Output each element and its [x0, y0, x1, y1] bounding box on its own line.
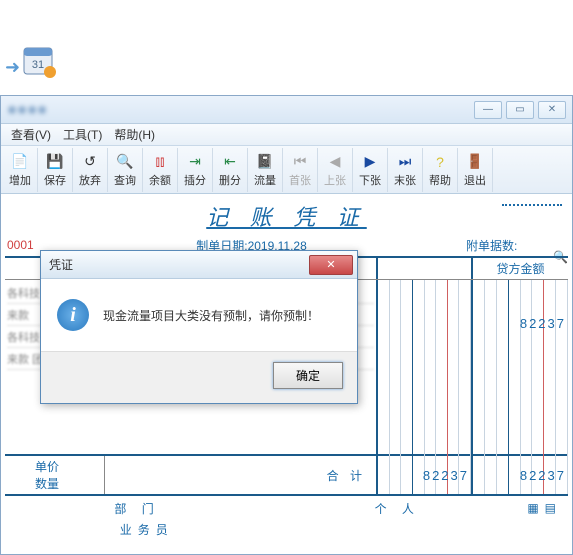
message-dialog: 凭证 ✕ i 现金流量项目大类没有预制，请你预制！ 确定	[40, 250, 358, 404]
footer-icon-1[interactable]: ▦	[527, 501, 538, 515]
prev-icon: ◀	[330, 152, 341, 172]
dept-label: 部 门	[7, 500, 267, 517]
debit-total-cell: 82237	[378, 456, 473, 494]
delete-row-icon: ⇤	[224, 152, 236, 172]
menubar: 查看(V) 工具(T) 帮助(H)	[1, 124, 572, 146]
query-button[interactable]: 🔍查询	[108, 148, 143, 192]
dialog-titlebar: 凭证 ✕	[41, 251, 357, 279]
plus-doc-icon: 📄	[11, 152, 28, 172]
undo-icon: ↺	[84, 152, 96, 172]
discard-button[interactable]: ↺放弃	[73, 148, 108, 192]
exit-icon: 🚪	[466, 152, 483, 172]
attachment-count-label: 附单据数:	[446, 237, 566, 254]
minimize-button[interactable]: —	[474, 101, 502, 119]
maximize-button[interactable]: ▭	[506, 101, 534, 119]
menu-tools[interactable]: 工具(T)	[57, 124, 108, 145]
menu-view[interactable]: 查看(V)	[5, 124, 57, 145]
delete-split-button[interactable]: ⇤删分	[213, 148, 248, 192]
dialog-message: 现金流量项目大类没有预制，请你预制！	[103, 307, 319, 324]
add-button[interactable]: 📄增加	[3, 148, 38, 192]
calendar-launch-icon[interactable]: ➜ 31	[20, 42, 58, 85]
person-label: 个 人	[267, 500, 527, 517]
balance-button[interactable]: ⫾⫾余额	[143, 148, 178, 192]
dialog-close-button[interactable]: ✕	[309, 255, 353, 275]
exit-button[interactable]: 🚪退出	[458, 148, 493, 192]
title-underline-dots	[502, 204, 562, 206]
debit-amount-column[interactable]	[378, 280, 473, 456]
summary-row: 单价 数量 合 计 82237 82237	[5, 456, 568, 496]
help-button[interactable]: ?帮助	[423, 148, 458, 192]
debit-total: 82237	[423, 468, 469, 483]
next-button[interactable]: ▶下张	[353, 148, 388, 192]
credit-header: 贷方金额	[473, 258, 568, 279]
help-icon: ?	[436, 152, 444, 172]
insert-split-button[interactable]: ⇥插分	[178, 148, 213, 192]
total-label: 合 计	[105, 456, 378, 494]
credit-total-cell: 82237	[473, 456, 568, 494]
binoculars-icon: 🔍	[116, 152, 133, 172]
footer-icon-2[interactable]: ▤	[545, 501, 556, 515]
save-button[interactable]: 💾保存	[38, 148, 73, 192]
biz-label: 业务员	[7, 521, 287, 538]
menu-help[interactable]: 帮助(H)	[108, 124, 161, 145]
credit-value: 82237	[520, 316, 566, 331]
titlebar: ※※※※ — ▭ ✕	[1, 96, 572, 124]
next-icon: ▶	[365, 152, 376, 172]
prev-button[interactable]: ◀上张	[318, 148, 353, 192]
unit-price-label: 单价	[35, 458, 104, 475]
close-button[interactable]: ✕	[538, 101, 566, 119]
ok-button[interactable]: 确定	[273, 362, 343, 389]
footer-row: 部 门 个 人 ▦ ▤	[1, 496, 572, 520]
credit-amount-column[interactable]: 82237	[473, 280, 568, 456]
debit-header	[378, 258, 473, 279]
dialog-title: 凭证	[49, 256, 73, 273]
document-title: 记 账 凭 证	[1, 194, 572, 234]
flow-button[interactable]: 📓流量	[248, 148, 283, 192]
footer-row-2: 业务员	[1, 520, 572, 538]
last-icon: ⏭	[399, 152, 412, 172]
save-icon: 💾	[46, 152, 63, 172]
info-icon: i	[57, 299, 89, 331]
arrow-right-icon: ➜	[5, 57, 20, 78]
book-icon: 📓	[256, 152, 273, 172]
window-title: ※※※※	[7, 103, 47, 117]
svg-text:31: 31	[32, 59, 44, 71]
insert-row-icon: ⇥	[189, 152, 201, 172]
last-button[interactable]: ⏭末张	[388, 148, 423, 192]
first-icon: ⏮	[294, 152, 307, 172]
credit-total: 82237	[520, 468, 566, 483]
chart-icon: ⫾⫾	[156, 152, 165, 172]
quantity-label: 数量	[35, 475, 104, 492]
toolbar: 📄增加 💾保存 ↺放弃 🔍查询 ⫾⫾余额 ⇥插分 ⇤删分 📓流量 ⏮首张 ◀上张…	[1, 146, 572, 194]
first-button[interactable]: ⏮首张	[283, 148, 318, 192]
